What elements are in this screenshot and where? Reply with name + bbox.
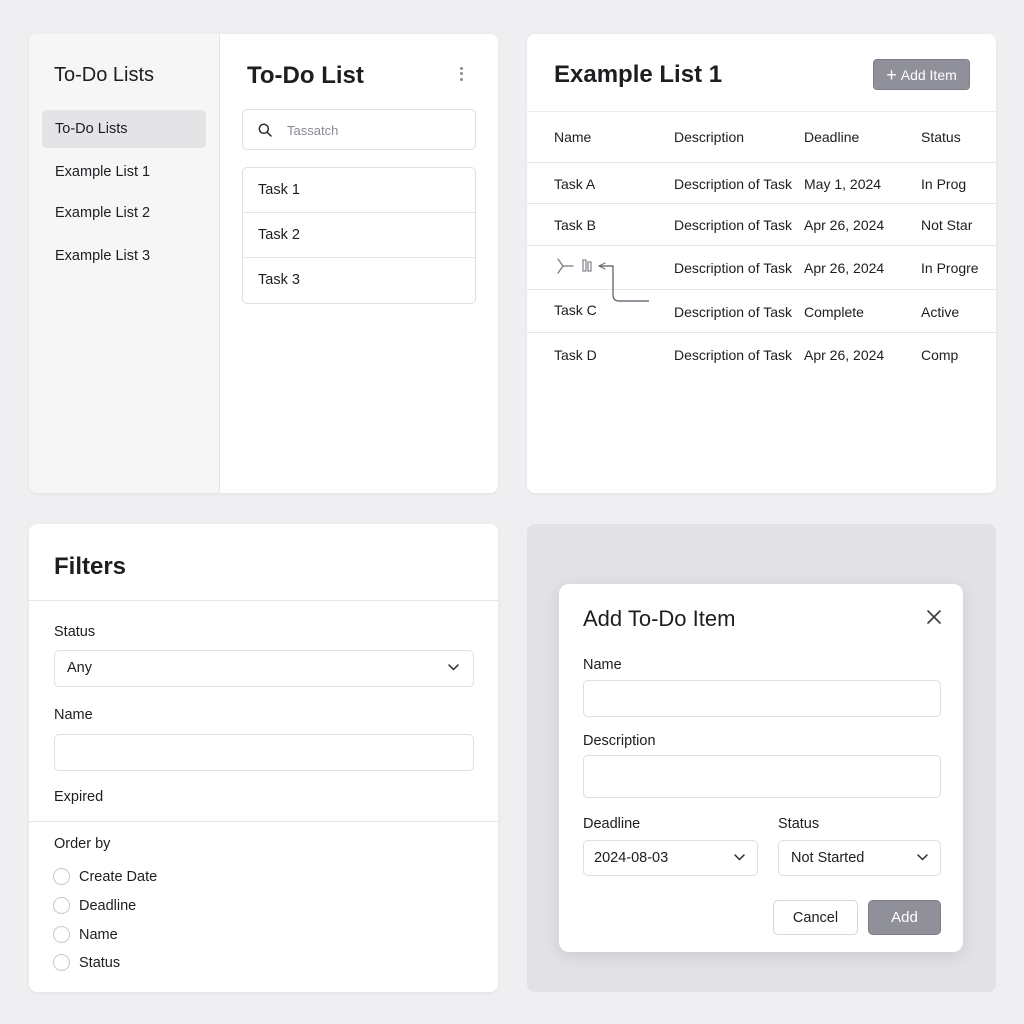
search-box [242, 109, 476, 150]
column-header-deadline[interactable]: Deadline [804, 129, 859, 145]
add-item-button[interactable]: + Add Item [873, 59, 970, 90]
modal-title: Add To-Do Item [583, 606, 736, 631]
cell-status: Comp [921, 347, 959, 363]
divider [29, 821, 498, 822]
table-row[interactable]: Task C Description of Task Complete Acti… [527, 290, 996, 333]
table-row[interactable]: Task A Description of Task May 1, 2024 I… [527, 163, 996, 204]
cell-status: In Progre [921, 260, 979, 276]
close-icon[interactable] [925, 608, 943, 626]
cell-description: Description of Task [674, 217, 793, 233]
cell-name: Task C [554, 302, 597, 318]
table-title: Example List 1 [554, 61, 723, 88]
cell-description: Description of Task [674, 347, 793, 363]
add-item-modal: Add To-Do Item Name Description Deadline… [559, 584, 963, 952]
lists-sidebar: To-Do Lists To-Do Lists Example List 1 E… [29, 34, 220, 493]
sidebar-item-example-list-1[interactable]: Example List 1 [42, 153, 206, 191]
cell-status: Active [921, 304, 960, 320]
divider [29, 600, 498, 601]
status-label: Status [54, 624, 96, 640]
modal-backdrop[interactable]: Add To-Do Item Name Description Deadline… [527, 524, 996, 992]
status-value: Not Started [791, 850, 865, 866]
cell-name: Task B [554, 217, 597, 233]
expired-label[interactable]: Expired [54, 789, 103, 805]
order-option-label: Name [79, 927, 118, 943]
cell-status: Not Star [921, 217, 973, 233]
name-label: Name [54, 707, 93, 723]
chevron-down-icon [448, 664, 459, 671]
radio-button[interactable] [53, 954, 70, 971]
status-select-value: Any [67, 660, 92, 676]
list-item[interactable]: Task 1 [243, 168, 475, 213]
chevron-down-icon [917, 854, 928, 861]
cell-status: In Prog [921, 176, 967, 192]
plus-icon: + [886, 65, 897, 85]
order-option-label: Create Date [79, 869, 158, 885]
add-button[interactable]: Add [868, 900, 941, 935]
list-item[interactable]: Task 3 [243, 258, 475, 303]
sidebar-item-example-list-3[interactable]: Example List 3 [42, 237, 206, 275]
modal-name-label: Name [583, 657, 622, 673]
radio-button[interactable] [53, 926, 70, 943]
deadline-value: 2024-08-03 [594, 850, 669, 866]
modal-description-label: Description [583, 733, 656, 749]
table-panel: Example List 1 + Add Item Name Descriptio… [527, 34, 996, 493]
order-option-status[interactable]: Status [53, 954, 120, 972]
order-option-create-date[interactable]: Create Date [53, 868, 157, 886]
cell-deadline: May 1, 2024 [804, 176, 882, 192]
cell-deadline: Apr 26, 2024 [804, 260, 885, 276]
cell-description: Description of Task [674, 176, 793, 192]
cell-deadline: Complete [804, 304, 864, 320]
cell-description: Description of Task [674, 304, 793, 320]
table-row[interactable]: Task D Description of Task Apr 26, 2024 … [527, 333, 996, 377]
table-row[interactable]: Description of Task Apr 26, 2024 In Prog… [527, 246, 996, 302]
cell-description: Description of Task [674, 260, 793, 276]
order-by-label: Order by [54, 836, 111, 852]
cell-deadline: Apr 26, 2024 [804, 217, 885, 233]
table-header-bar: Example List 1 + Add Item [527, 34, 996, 112]
lists-panel: To-Do Lists To-Do Lists Example List 1 E… [29, 34, 498, 493]
radio-button[interactable] [53, 897, 70, 914]
modal-status-label: Status [778, 816, 820, 832]
sidebar-item-todo-lists[interactable]: To-Do Lists [42, 110, 206, 148]
filters-title: Filters [54, 553, 127, 580]
modal-description-input[interactable] [583, 755, 941, 798]
cancel-button[interactable]: Cancel [773, 900, 858, 935]
column-header-description[interactable]: Description [674, 129, 744, 145]
cell-name: Task A [554, 176, 596, 192]
order-option-name[interactable]: Name [53, 926, 118, 944]
order-option-label: Deadline [79, 898, 137, 914]
modal-name-input[interactable] [583, 680, 941, 717]
list-main: To-Do List Task 1 Task 2 Task 3 [220, 34, 498, 493]
modal-status-select[interactable]: Not Started [778, 840, 941, 876]
cell-name: Task D [554, 347, 597, 363]
cell-deadline: Apr 26, 2024 [804, 347, 885, 363]
column-header-name[interactable]: Name [554, 129, 591, 145]
order-option-label: Status [79, 955, 121, 971]
table-row[interactable]: Task B Description of Task Apr 26, 2024 … [527, 204, 996, 246]
more-options-icon[interactable] [456, 64, 466, 84]
name-filter-input[interactable] [54, 734, 474, 771]
table-column-headers: Name Description Deadline Status [527, 112, 996, 163]
sidebar-item-example-list-2[interactable]: Example List 2 [42, 194, 206, 232]
search-input[interactable] [287, 120, 462, 140]
list-title: To-Do List [247, 62, 364, 89]
search-icon [258, 123, 272, 137]
add-item-label: Add Item [900, 67, 957, 83]
filters-panel: Filters Status Any Name Expired Order by… [29, 524, 498, 992]
column-header-status[interactable]: Status [921, 129, 961, 145]
chevron-down-icon [734, 854, 745, 861]
modal-deadline-label: Deadline [583, 816, 641, 832]
task-list: Task 1 Task 2 Task 3 [242, 167, 476, 304]
radio-button[interactable] [53, 868, 70, 885]
modal-deadline-select[interactable]: 2024-08-03 [583, 840, 758, 876]
sidebar-title: To-Do Lists [54, 64, 155, 86]
list-item[interactable]: Task 2 [243, 213, 475, 258]
status-select[interactable]: Any [54, 650, 474, 687]
order-option-deadline[interactable]: Deadline [53, 897, 136, 915]
